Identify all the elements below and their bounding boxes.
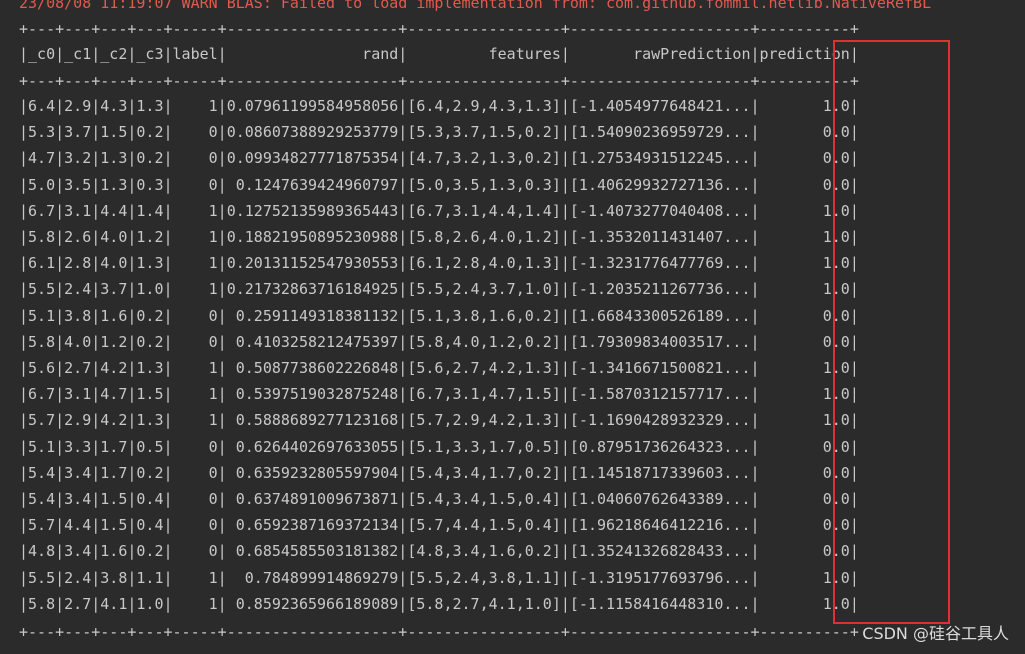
table-row: |6.7|3.1|4.4|1.4| 1|0.12752135989365443|… [19, 201, 859, 220]
table-row: |5.1|3.3|1.7|0.5| 0| 0.6264402697633055|… [19, 437, 859, 456]
table-row: |5.0|3.5|1.3|0.3| 0| 0.1247639424960797|… [19, 175, 859, 194]
table-border-header: +---+---+---+---+-----+-----------------… [19, 72, 859, 90]
table-row: |6.4|2.9|4.3|1.3| 1|0.07961199584958056|… [19, 97, 859, 115]
table-row: |6.7|3.1|4.7|1.5| 1| 0.5397519032875248|… [19, 385, 859, 404]
table-row: |5.8|2.7|4.1|1.0| 1| 0.8592365966189089|… [19, 594, 859, 613]
table-row: |5.5|2.4|3.7|1.0| 1|0.21732863716184925|… [19, 280, 859, 299]
table-row: |5.4|3.4|1.7|0.2| 0| 0.6359232805597904|… [19, 463, 859, 482]
table-row: |5.8|2.6|4.0|1.2| 1|0.18821950895230988|… [19, 228, 859, 246]
warn-line: 23/08/08 11:19:07 WARN BLAS: Failed to l… [19, 0, 932, 12]
table-row: |6.1|2.8|4.0|1.3| 1|0.20131152547930553|… [19, 254, 859, 273]
table-border-bottom: +---+---+---+---+-----+-----------------… [19, 623, 859, 641]
table-row: |5.3|3.7|1.5|0.2| 0|0.08607388929253779|… [19, 123, 859, 142]
table-border-top: +---+---+---+---+-----+-----------------… [19, 20, 859, 38]
table-row: |5.5|2.4|3.8|1.1| 1| 0.784899914869279|[… [19, 568, 859, 587]
table-header: |_c0|_c1|_c2|_c3|label| rand| features| … [19, 45, 859, 63]
console-output[interactable]: 23/08/08 11:19:07 WARN BLAS: Failed to l… [0, 0, 1025, 654]
watermark: CSDN @硅谷工具人 [862, 624, 1009, 643]
table-row: |4.8|3.4|1.6|0.2| 0| 0.6854585503181382|… [19, 542, 859, 561]
table-row: |4.7|3.2|1.3|0.2| 0|0.09934827771875354|… [19, 149, 859, 168]
table-row: |5.7|2.9|4.2|1.3| 1| 0.5888689277123168|… [19, 411, 859, 430]
table-row: |5.6|2.7|4.2|1.3| 1| 0.5087738602226848|… [19, 359, 859, 377]
table-row: |5.8|4.0|1.2|0.2| 0| 0.4103258212475397|… [19, 332, 859, 351]
table-row: |5.4|3.4|1.5|0.4| 0| 0.6374891009673871|… [19, 490, 859, 508]
table-row: |5.1|3.8|1.6|0.2| 0| 0.2591149318381132|… [19, 306, 859, 325]
table-row: |5.7|4.4|1.5|0.4| 0| 0.6592387169372134|… [19, 516, 859, 535]
